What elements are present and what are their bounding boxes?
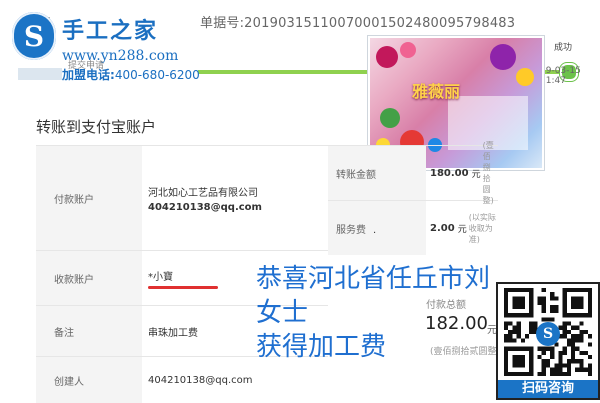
transfer-amount-unit: 元: [471, 169, 481, 180]
service-fee-label: 服务费: [328, 201, 426, 255]
remark-label: 备注: [36, 306, 142, 356]
service-fee-number: 2.00: [430, 222, 455, 234]
site-logo[interactable]: S 手工之家 www.yn288.com 提交申请 加盟电话:400-680-6…: [0, 4, 205, 86]
progress-status: 成功: [554, 43, 573, 53]
transfer-amount-value: 180.00 元 (壹佰捌拾圆整): [426, 141, 498, 205]
hotline-label: 加盟电话:: [62, 68, 115, 82]
congratulation-banner: 恭喜河北省任丘市刘女士 获得加工费: [256, 262, 506, 364]
logo-brand-text: 手工之家: [62, 18, 159, 44]
payee-label: 收款账户: [36, 251, 142, 305]
qr-consult-panel[interactable]: S 扫码咨询: [496, 282, 600, 400]
amount-table: 转账金额 180.00 元 (壹佰捌拾圆整) 服务费 2.00 元 (以实际收取…: [328, 141, 498, 255]
hotline: 加盟电话:400-680-6200: [62, 66, 200, 83]
creator-label: 创建人: [36, 357, 142, 403]
transfer-amount-label: 转账金额: [328, 146, 426, 200]
payer-email[interactable]: 404210138@qq.com: [148, 202, 328, 213]
product-brand-text: 雅薇丽: [412, 82, 461, 101]
progress-timestamp: 19-03-15 21:47: [540, 66, 581, 86]
qr-logo-icon: S: [536, 322, 560, 346]
transfer-amount-number: 180.00: [430, 167, 469, 179]
redaction-mark: [148, 285, 218, 289]
service-fee-note: (以实际收取为准): [468, 212, 496, 244]
logo-badge-icon: S: [12, 12, 56, 60]
qr-caption: 扫码咨询: [498, 380, 598, 398]
order-number: 单据号:20190315110070001502480095798483: [200, 16, 516, 31]
service-fee-unit: 元: [457, 224, 467, 235]
table-row-payer: 付款账户 河北如心工艺品有限公司 404210138@qq.com: [36, 145, 328, 250]
payer-value: 河北如心工艺品有限公司 404210138@qq.com: [142, 146, 328, 250]
hotline-number: 400-680-6200: [114, 68, 200, 82]
table-row-transfer-amount: 转账金额 180.00 元 (壹佰捌拾圆整): [328, 141, 498, 205]
table-row-service-fee: 服务费 2.00 元 (以实际收取为准): [328, 200, 498, 255]
page-title: 转账到支付宝账户: [36, 118, 157, 136]
payer-label: 付款账户: [36, 146, 142, 250]
service-fee-value: 2.00 元 (以实际收取为准): [426, 201, 498, 255]
stray-mark: .: [373, 225, 377, 236]
blurred-region: [18, 68, 62, 80]
payer-company: 河北如心工艺品有限公司: [148, 187, 258, 199]
congratulation-line-2: 获得加工费: [256, 332, 387, 362]
transfer-amount-caps: (壹佰捌拾圆整): [482, 141, 494, 205]
congratulation-line-1: 恭喜河北省任丘市刘女士: [256, 264, 491, 328]
